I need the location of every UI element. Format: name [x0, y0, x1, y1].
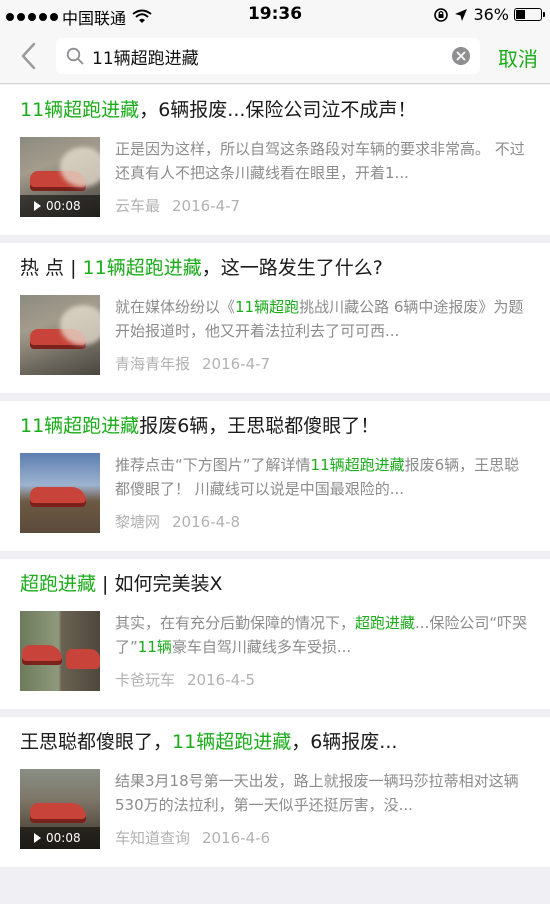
- result-body: 推荐点击“下方图片”了解详情11辆超跑进藏报废6辆，王思聪都傻眼了！ 川藏线可以…: [20, 453, 530, 533]
- result-source[interactable]: 青海青年报: [115, 355, 190, 373]
- car-image: [30, 487, 86, 507]
- title-highlight: 11辆超跑进藏: [172, 731, 292, 753]
- result-snippet: 其实，在有充分后勤保障的情况下，超跑进藏...保险公司“吓哭了”11辆豪车自驾川…: [115, 611, 530, 659]
- result-thumbnail[interactable]: [20, 611, 100, 691]
- video-badge: 00:08: [20, 827, 100, 849]
- title-highlight: 超跑进藏: [20, 573, 97, 595]
- title-highlight: 11辆超跑进藏: [20, 99, 140, 121]
- title-highlight: 11辆超跑进藏: [20, 415, 140, 437]
- title-highlight: 11辆超跑进藏: [82, 257, 202, 279]
- title-text: 报废6辆，王思聪都傻眼了！: [139, 415, 380, 437]
- snippet-highlight: 超跑进藏: [355, 614, 416, 632]
- result-source[interactable]: 云车最: [115, 197, 160, 215]
- result-date: 2016-4-5: [187, 671, 256, 689]
- result-source[interactable]: 车知道查询: [115, 829, 190, 847]
- battery-icon: [514, 8, 545, 21]
- video-duration: 00:08: [46, 831, 81, 845]
- result-snippet: 结果3月18号第一天出发，路上就报废一辆玛莎拉蒂相对这辆530万的法拉利，第一天…: [115, 769, 530, 817]
- result-card[interactable]: 王思聪都傻眼了，11辆超跑进藏，6辆报废... 00:08 结果3月18号第一天出发…: [0, 717, 550, 867]
- snippet-text: 结果3月18号第一天出发，路上就报废一辆玛莎拉蒂相对这辆530万的法拉利，第一天…: [115, 772, 519, 814]
- result-meta: 车知道查询 2016-4-6: [115, 827, 530, 849]
- result-body: 其实，在有充分后勤保障的情况下，超跑进藏...保险公司“吓哭了”11辆豪车自驾川…: [20, 611, 530, 691]
- result-text: 推荐点击“下方图片”了解详情11辆超跑进藏报废6辆，王思聪都傻眼了！ 川藏线可以…: [115, 453, 530, 533]
- result-thumbnail[interactable]: 00:08: [20, 769, 100, 849]
- result-card[interactable]: 超跑进藏 | 如何完美装X 其实，在有充分后勤保障的情况下，超跑进藏...保险公司…: [0, 559, 550, 709]
- dust-cloud: [60, 305, 100, 345]
- result-snippet: 推荐点击“下方图片”了解详情11辆超跑进藏报废6辆，王思聪都傻眼了！ 川藏线可以…: [115, 453, 530, 501]
- result-meta: 云车最 2016-4-7: [115, 195, 530, 217]
- title-text: ，这一路发生了什么?: [201, 257, 383, 279]
- result-title[interactable]: 11辆超跑进藏报废6辆，王思聪都傻眼了！: [20, 411, 530, 441]
- result-text: 正是因为这样，所以自驾这条路段对车辆的要求非常高。 不过还真有人不把这条川藏线看…: [115, 137, 530, 217]
- status-right: 36%: [433, 5, 545, 24]
- play-icon: [34, 201, 41, 211]
- title-text: 热 点 |: [20, 257, 83, 279]
- result-title[interactable]: 热 点 | 11辆超跑进藏，这一路发生了什么?: [20, 253, 530, 283]
- search-box[interactable]: [56, 38, 480, 74]
- result-meta: 青海青年报 2016-4-7: [115, 353, 530, 375]
- results-list: 11辆超跑进藏，6辆报废...保险公司泣不成声！ 00:08 正是因为这样，所以自驾…: [0, 85, 550, 875]
- title-text: 王思聪都傻眼了，: [20, 731, 173, 753]
- snippet-text: 其实，在有充分后勤保障的情况下，: [115, 614, 356, 632]
- title-text: | 如何完美装X: [96, 573, 223, 595]
- result-title[interactable]: 王思聪都傻眼了，11辆超跑进藏，6辆报废...: [20, 727, 530, 757]
- snippet-highlight: 11辆: [137, 638, 172, 656]
- snippet-text: 豪车自驾川藏线多车受损...: [171, 638, 352, 656]
- result-date: 2016-4-6: [202, 829, 271, 847]
- video-badge: 00:08: [20, 195, 100, 217]
- result-body: 就在媒体纷纷以《11辆超跑挑战川藏公路 6辆中途报废》为题开始报道时，他又开着法…: [20, 295, 530, 375]
- status-bar: 中国联通 19:36 36%: [0, 0, 550, 28]
- cancel-button[interactable]: 取消: [498, 43, 538, 72]
- result-thumbnail[interactable]: [20, 453, 100, 533]
- title-text: ，6辆报废...: [291, 731, 398, 753]
- chevron-left-icon[interactable]: [16, 40, 42, 72]
- battery-percent: 36%: [473, 5, 509, 24]
- result-snippet: 就在媒体纷纷以《11辆超跑挑战川藏公路 6辆中途报废》为题开始报道时，他又开着法…: [115, 295, 530, 343]
- result-snippet: 正是因为这样，所以自驾这条路段对车辆的要求非常高。 不过还真有人不把这条川藏线看…: [115, 137, 530, 185]
- result-text: 结果3月18号第一天出发，路上就报废一辆玛莎拉蒂相对这辆530万的法拉利，第一天…: [115, 769, 530, 849]
- result-card[interactable]: 11辆超跑进藏报废6辆，王思聪都傻眼了！ 推荐点击“下方图片”了解详情11辆超跑进…: [0, 401, 550, 551]
- battery-fill: [516, 10, 525, 19]
- result-date: 2016-4-7: [172, 197, 241, 215]
- search-bar: 取消: [0, 28, 550, 84]
- snippet-text: 正是因为这样，所以自驾这条路段对车辆的要求非常高。 不过还真有人不把这条川藏线看…: [115, 140, 525, 182]
- play-icon: [34, 833, 41, 843]
- result-source[interactable]: 黎塘网: [115, 513, 160, 531]
- car-image: [66, 649, 100, 669]
- snippet-text: 就在媒体纷纷以《: [115, 298, 236, 316]
- dust-cloud: [60, 147, 100, 187]
- result-text: 就在媒体纷纷以《11辆超跑挑战川藏公路 6辆中途报废》为题开始报道时，他又开着法…: [115, 295, 530, 375]
- result-source[interactable]: 卡爸玩车: [115, 671, 175, 689]
- result-date: 2016-4-8: [172, 513, 241, 531]
- search-input[interactable]: [92, 38, 462, 74]
- snippet-highlight: 11辆超跑: [235, 298, 300, 316]
- result-title[interactable]: 超跑进藏 | 如何完美装X: [20, 569, 530, 599]
- result-card[interactable]: 热 点 | 11辆超跑进藏，这一路发生了什么? 就在媒体纷纷以《11辆超跑挑战川藏…: [0, 243, 550, 393]
- result-date: 2016-4-7: [202, 355, 271, 373]
- search-icon: [66, 47, 84, 65]
- result-body: 00:08 结果3月18号第一天出发，路上就报废一辆玛莎拉蒂相对这辆530万的法拉…: [20, 769, 530, 849]
- rotation-lock-icon: [434, 7, 449, 22]
- location-icon: [455, 8, 468, 21]
- title-text: ，6辆报废...保险公司泣不成声！: [139, 99, 417, 121]
- result-body: 00:08 正是因为这样，所以自驾这条路段对车辆的要求非常高。 不过还真有人不把这…: [20, 137, 530, 217]
- result-meta: 卡爸玩车 2016-4-5: [115, 669, 530, 691]
- snippet-text: 推荐点击“下方图片”了解详情: [115, 456, 311, 474]
- snippet-highlight: 11辆超跑进藏: [310, 456, 405, 474]
- car-image: [30, 803, 86, 823]
- result-title[interactable]: 11辆超跑进藏，6辆报废...保险公司泣不成声！: [20, 95, 530, 125]
- result-meta: 黎塘网 2016-4-8: [115, 511, 530, 533]
- result-text: 其实，在有充分后勤保障的情况下，超跑进藏...保险公司“吓哭了”11辆豪车自驾川…: [115, 611, 530, 691]
- video-duration: 00:08: [46, 199, 81, 213]
- result-thumbnail[interactable]: 00:08: [20, 137, 100, 217]
- result-card[interactable]: 11辆超跑进藏，6辆报废...保险公司泣不成声！ 00:08 正是因为这样，所以自驾…: [0, 85, 550, 235]
- car-image: [22, 645, 62, 665]
- clear-icon[interactable]: [452, 47, 470, 65]
- result-thumbnail[interactable]: [20, 295, 100, 375]
